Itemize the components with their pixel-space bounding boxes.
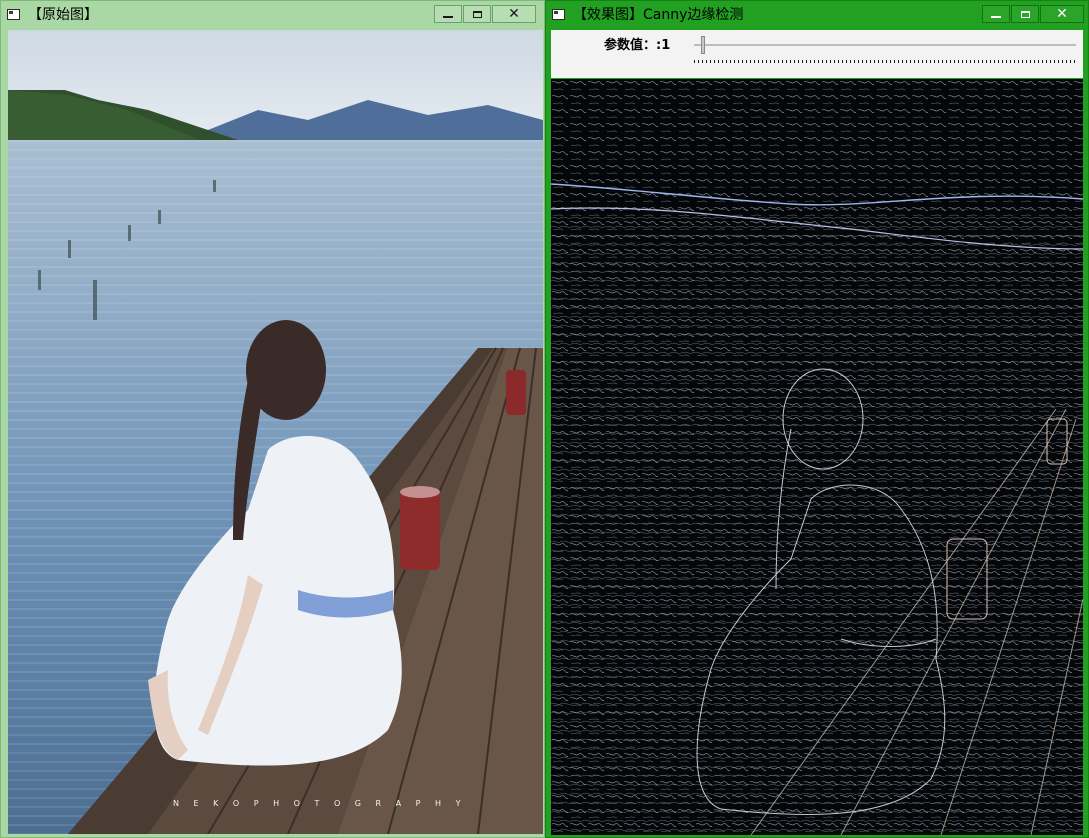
window-controls: ✕ [434, 5, 536, 23]
edge-lines [551, 79, 1083, 835]
window-result[interactable]: 【效果图】Canny边缘检测 ✕ 参数值：:1 [545, 0, 1089, 838]
close-icon: ✕ [1056, 6, 1068, 22]
window-title: 【原始图】 [28, 7, 98, 23]
window-controls: ✕ [982, 5, 1084, 23]
minimize-button[interactable] [982, 5, 1010, 23]
trackbar-value: :1 [656, 38, 671, 53]
trackbar-track[interactable] [694, 44, 1076, 46]
trackbar-thumb[interactable] [701, 36, 705, 54]
titlebar[interactable]: 【原始图】 ✕ [1, 1, 544, 29]
minimize-icon [443, 16, 453, 18]
maximize-icon [1020, 10, 1030, 18]
close-button[interactable]: ✕ [1040, 5, 1084, 23]
minimize-icon [991, 16, 1001, 18]
window-original[interactable]: 【原始图】 ✕ N E K O P H O T O G R A P H Y [0, 0, 545, 838]
minimize-button[interactable] [434, 5, 462, 23]
trackbar-ticks [694, 60, 1076, 63]
scene-overlay [38, 180, 543, 834]
maximize-button[interactable] [463, 5, 491, 23]
maximize-button[interactable] [1011, 5, 1039, 23]
app-window-icon [7, 9, 20, 20]
titlebar[interactable]: 【效果图】Canny边缘检测 ✕ [546, 1, 1088, 29]
close-button[interactable]: ✕ [492, 5, 536, 23]
maximize-icon [472, 10, 482, 18]
original-image: N E K O P H O T O G R A P H Y [8, 30, 543, 834]
trackbar-label: 参数值：:1 [604, 38, 671, 53]
app-window-icon [552, 9, 565, 20]
canny-edge-image [551, 79, 1083, 835]
photo-watermark: N E K O P H O T O G R A P H Y [173, 799, 467, 808]
window-title: 【效果图】Canny边缘检测 [573, 7, 744, 23]
trackbar-panel: 参数值：:1 [551, 30, 1083, 78]
close-icon: ✕ [508, 6, 520, 22]
